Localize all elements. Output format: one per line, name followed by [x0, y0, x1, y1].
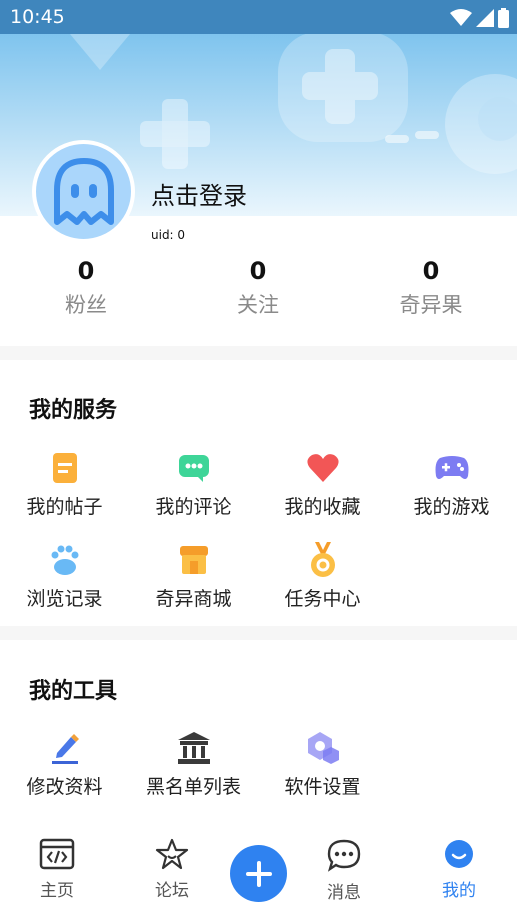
nav-mine[interactable]: 我的 — [409, 838, 509, 901]
status-icons — [450, 8, 509, 28]
stat-kiwi[interactable]: 0 奇异果 — [345, 257, 517, 319]
star-icon — [155, 838, 189, 870]
code-icon — [39, 838, 75, 870]
tool-label: 软件设置 — [284, 776, 361, 798]
triangle-decoration-icon — [70, 34, 130, 70]
nav-label: 主页 — [40, 881, 74, 901]
stat-label: 粉丝 — [65, 293, 107, 317]
stat-following[interactable]: 0 关注 — [172, 257, 344, 319]
posts-icon — [45, 448, 85, 488]
stat-label: 关注 — [237, 293, 279, 317]
status-bar: 10:45 — [0, 0, 517, 34]
heart-icon — [303, 448, 343, 488]
uid-label: uid: 0 — [151, 228, 186, 242]
section-divider — [0, 346, 517, 360]
shop-icon — [174, 540, 214, 580]
tool-edit-profile[interactable]: 修改资料 — [0, 728, 129, 799]
gamepad-icon — [432, 448, 472, 488]
nav-label: 论坛 — [155, 881, 189, 901]
medal-icon — [303, 540, 343, 580]
nav-forum[interactable]: 论坛 — [122, 838, 222, 901]
service-my-games[interactable]: 我的游戏 — [387, 448, 516, 519]
battery-icon — [498, 8, 509, 28]
tool-app-settings[interactable]: 软件设置 — [258, 728, 387, 799]
service-label: 奇异商城 — [155, 588, 232, 610]
tool-blacklist[interactable]: 黑名单列表 — [129, 728, 258, 799]
login-prompt[interactable]: 点击登录 — [151, 176, 247, 211]
signal-icon — [476, 9, 494, 27]
controller-decoration-icon — [445, 74, 517, 174]
stat-followers[interactable]: 0 粉丝 — [0, 257, 172, 319]
service-label: 浏览记录 — [26, 588, 103, 610]
nav-messages[interactable]: 消息 — [294, 838, 394, 903]
nav-home[interactable]: 主页 — [7, 838, 107, 901]
add-post-button[interactable] — [230, 845, 287, 902]
dash-decoration-icon — [385, 131, 439, 143]
tools-title: 我的工具 — [29, 679, 118, 704]
edit-icon — [45, 728, 85, 768]
service-label: 任务中心 — [284, 588, 361, 610]
service-label: 我的帖子 — [26, 496, 103, 518]
service-my-favorites[interactable]: 我的收藏 — [258, 448, 387, 519]
bottom-nav: 主页 论坛 消息 我的 — [0, 828, 517, 920]
section-divider — [0, 626, 517, 640]
service-browse-history[interactable]: 浏览记录 — [0, 540, 129, 611]
wifi-icon — [450, 9, 472, 26]
stat-value: 0 — [422, 257, 440, 285]
tool-label: 修改资料 — [26, 776, 103, 798]
paw-icon — [45, 540, 85, 580]
service-label: 我的收藏 — [284, 496, 361, 518]
service-label: 我的游戏 — [413, 496, 490, 518]
stat-value: 0 — [77, 257, 95, 285]
service-kiwi-shop[interactable]: 奇异商城 — [129, 540, 258, 611]
plus-decoration-icon — [140, 99, 210, 169]
ghost-avatar-icon — [53, 157, 114, 225]
service-label: 我的评论 — [155, 496, 232, 518]
face-icon — [445, 840, 473, 868]
bank-icon — [174, 728, 214, 768]
status-time: 10:45 — [10, 6, 65, 28]
stat-value: 0 — [249, 257, 267, 285]
avatar[interactable] — [32, 140, 135, 243]
plus-icon — [245, 860, 272, 887]
stat-label: 奇异果 — [399, 293, 463, 317]
service-my-posts[interactable]: 我的帖子 — [0, 448, 129, 519]
tool-label: 黑名单列表 — [145, 776, 241, 798]
comment-icon — [174, 448, 214, 488]
service-my-comments[interactable]: 我的评论 — [129, 448, 258, 519]
chat-icon — [327, 839, 361, 872]
service-task-center[interactable]: 任务中心 — [258, 540, 387, 611]
nav-label: 消息 — [327, 883, 361, 903]
settings-icon — [303, 728, 343, 768]
nav-label: 我的 — [442, 881, 476, 901]
services-title: 我的服务 — [29, 398, 118, 423]
